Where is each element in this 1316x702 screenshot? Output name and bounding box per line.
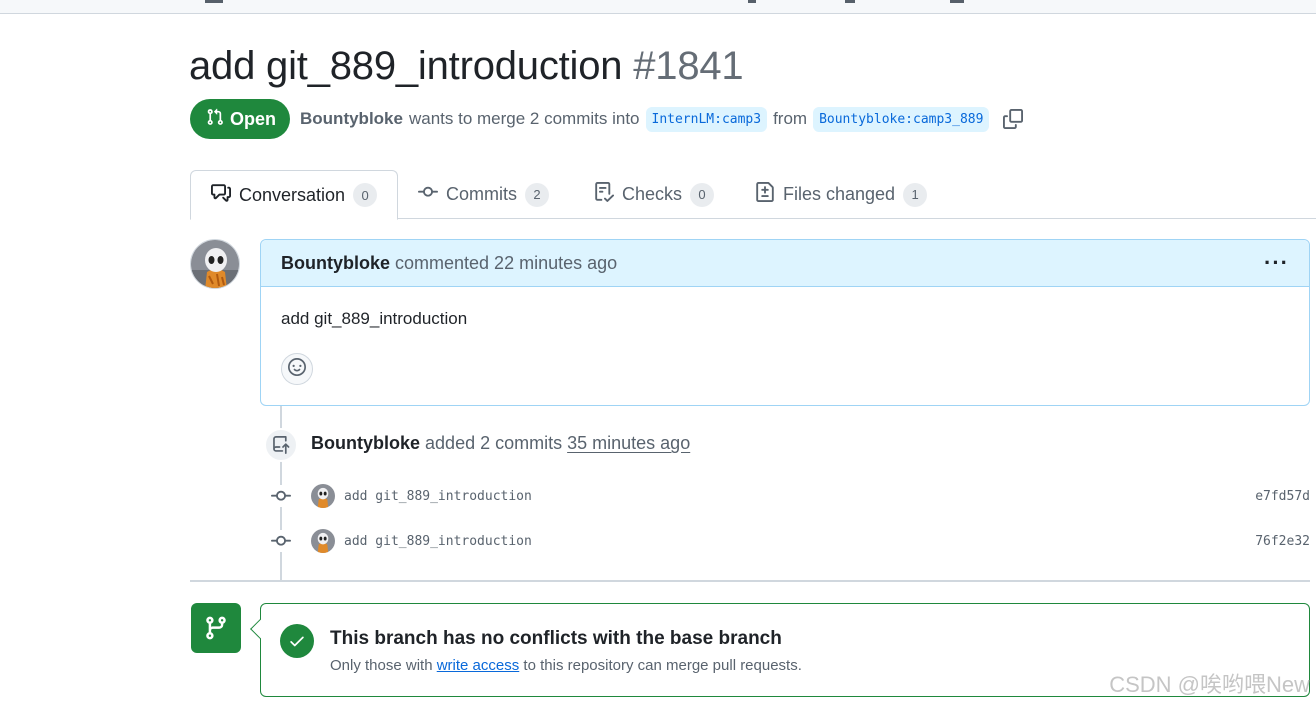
tab-counter: 0	[353, 183, 378, 207]
csdn-watermark: CSDN @唉哟喂New	[1109, 672, 1310, 697]
add-reaction-button[interactable]	[281, 353, 313, 385]
state-badge: Open	[190, 99, 291, 139]
commit-row: add git_889_introduction 76f2e32	[270, 528, 1310, 554]
pr-title: add git_889_introduction #1841	[189, 44, 744, 89]
tab-commits[interactable]: Commits 2	[418, 170, 549, 219]
git-merge-icon	[191, 603, 241, 653]
event-time-link[interactable]: 35 minutes ago	[567, 433, 690, 453]
commit-author-avatar[interactable]	[311, 529, 335, 553]
commit-message-link[interactable]: add git_889_introduction	[344, 489, 532, 504]
kebab-menu-icon[interactable]: ···	[1264, 250, 1289, 276]
author-avatar[interactable]	[190, 239, 240, 289]
base-branch[interactable]: InternLM:camp3	[645, 106, 768, 132]
comment-discussion-icon	[211, 183, 231, 208]
comment-body: add git_889_introduction	[281, 309, 468, 328]
tab-label: Commits	[446, 184, 517, 204]
head-branch[interactable]: Bountybloke:camp3_889	[813, 106, 990, 132]
browser-top-strip	[0, 0, 1316, 14]
tab-label: Conversation	[239, 184, 346, 205]
checklist-icon	[594, 182, 615, 207]
merge-text: wants to merge 2 commits into	[408, 109, 640, 128]
git-commit-icon	[270, 485, 292, 507]
pr-author-link[interactable]: Bountybloke	[300, 109, 403, 129]
merge-box-caret	[250, 619, 270, 639]
pull-request-icon	[206, 108, 224, 131]
commit-row: add git_889_introduction e7fd57d	[270, 483, 1310, 509]
event-action: added 2 commits	[425, 433, 563, 453]
merge-status-subtitle: Only those with write access to this rep…	[330, 657, 802, 674]
commits-added-event: Bountybloke added 2 commits 35 minutes a…	[311, 433, 690, 454]
commit-message-link[interactable]: add git_889_introduction	[344, 534, 532, 549]
tab-counter: 1	[903, 182, 928, 207]
comment-box: Bountybloke commented 22 minutes ago ···…	[260, 239, 1310, 406]
commit-sha-link[interactable]: e7fd57d	[1255, 489, 1310, 504]
event-author-link[interactable]: Bountybloke	[311, 433, 420, 453]
pr-tabs: Conversation 0 Commits 2 Checks 0 Files …	[190, 170, 1316, 220]
smiley-icon	[288, 357, 306, 381]
commit-sha-link[interactable]: 76f2e32	[1255, 534, 1310, 549]
commit-icon	[418, 182, 438, 207]
write-access-link[interactable]: write access	[437, 657, 520, 674]
tab-conversation[interactable]: Conversation 0	[190, 170, 399, 220]
tab-counter: 2	[525, 182, 549, 207]
pr-title-text: add git_889_introduction	[189, 44, 623, 88]
tab-label: Checks	[622, 184, 683, 204]
pr-number: #1841	[633, 44, 744, 88]
tab-counter: 0	[690, 182, 715, 207]
comment-header: Bountybloke commented 22 minutes ago ···	[261, 240, 1309, 287]
repo-push-icon	[264, 428, 298, 462]
check-icon	[280, 624, 314, 658]
state-label: Open	[230, 108, 277, 129]
timeline-divider	[190, 580, 1310, 582]
tab-checks[interactable]: Checks 0	[594, 170, 715, 219]
commit-author-avatar[interactable]	[311, 484, 335, 508]
comment-author-link[interactable]: Bountybloke	[281, 253, 390, 274]
merge-status-title: This branch has no conflicts with the ba…	[330, 628, 782, 649]
file-diff-icon	[755, 182, 775, 207]
tab-files-changed[interactable]: Files changed 1	[755, 170, 928, 219]
merge-description: Bountybloke wants to merge 2 commits int…	[300, 106, 1025, 132]
from-text: from	[773, 109, 808, 128]
comment-timestamp: commented 22 minutes ago	[395, 252, 618, 273]
copy-icon[interactable]	[1001, 107, 1025, 131]
git-commit-icon	[270, 530, 292, 552]
tab-label: Files changed	[783, 184, 896, 204]
merge-sub-before: Only those with	[330, 657, 433, 674]
merge-sub-after: to this repository can merge pull reques…	[523, 657, 802, 674]
pr-state-row: Open Bountybloke wants to merge 2 commit…	[190, 99, 1025, 139]
